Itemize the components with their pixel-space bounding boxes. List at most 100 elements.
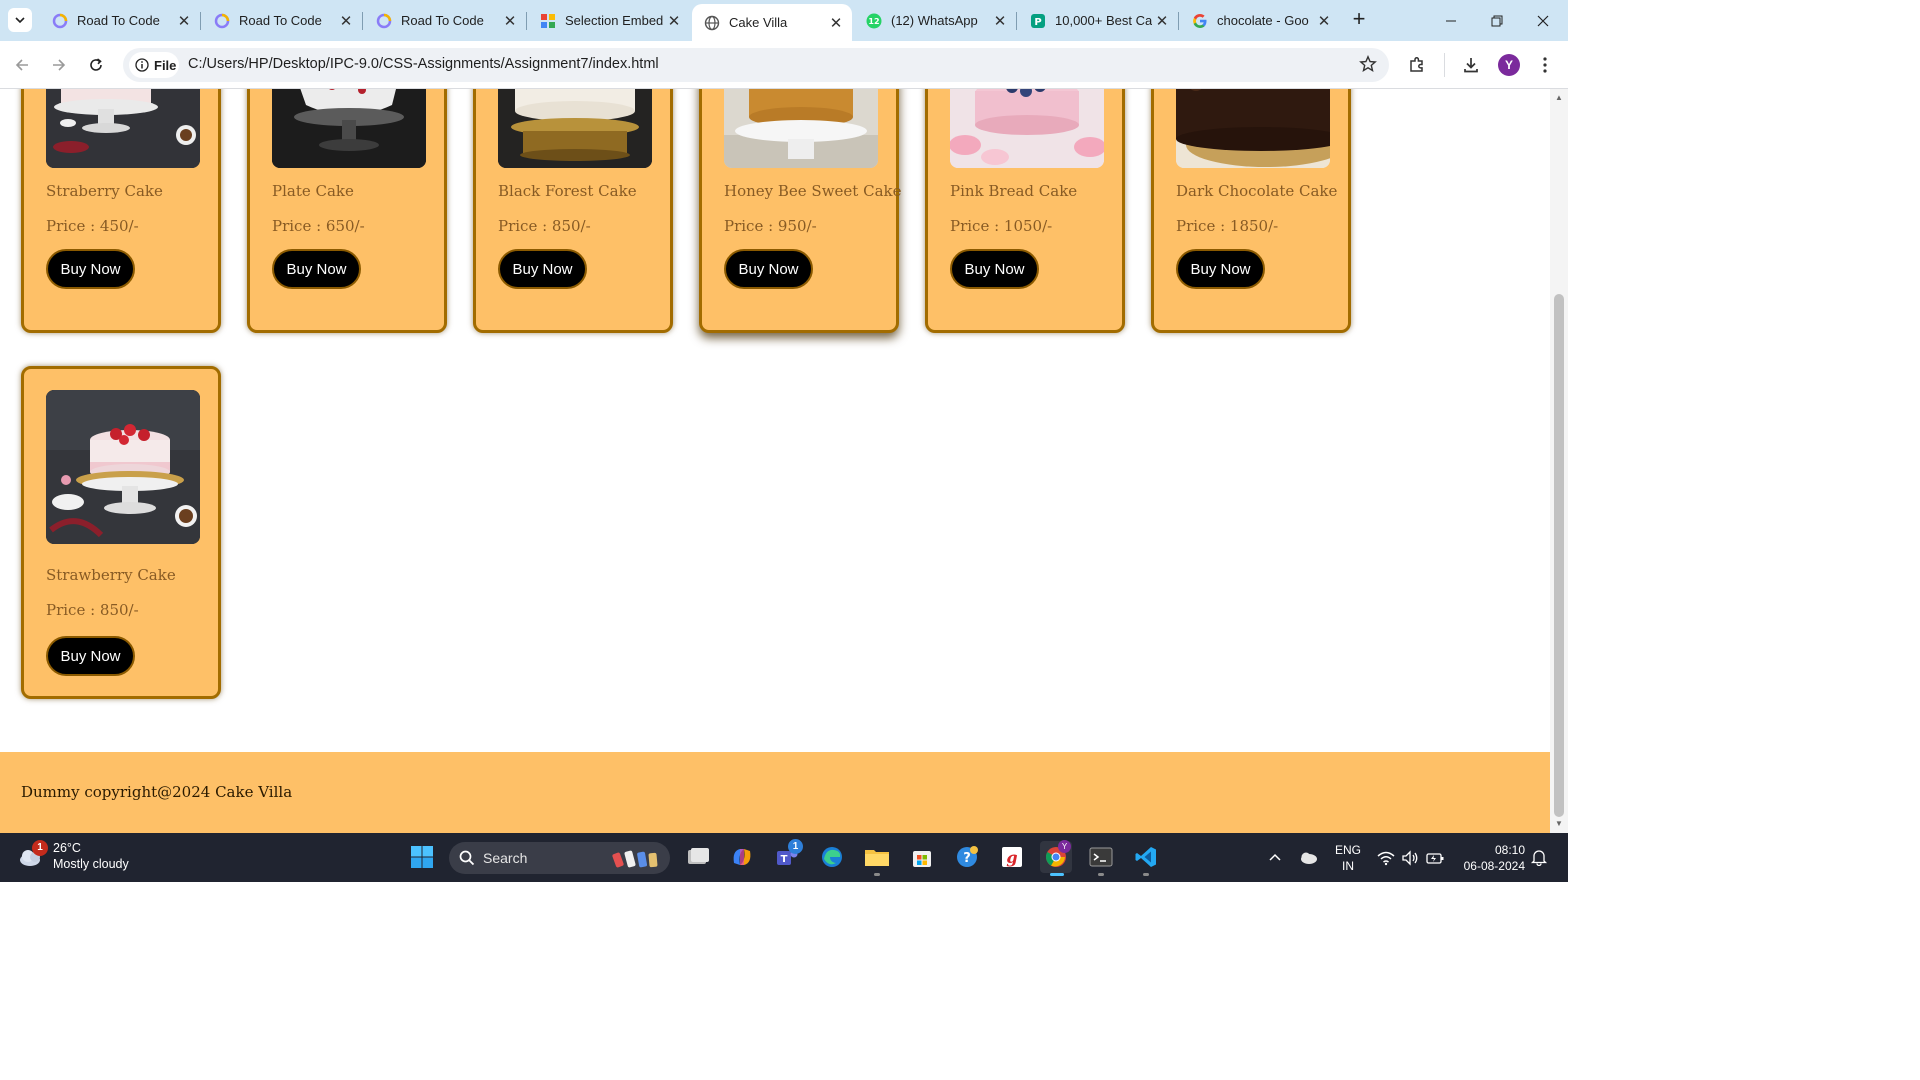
product-price: Price : 1850/-	[1176, 217, 1279, 235]
grammarly-button[interactable]: g	[996, 841, 1028, 873]
chevron-up-icon[interactable]	[1268, 850, 1282, 869]
restore-button[interactable]	[1474, 0, 1520, 41]
toolbar-divider	[1444, 53, 1445, 77]
tab-selection-embed[interactable]: Selection Embed ✕	[528, 0, 690, 41]
tab-road-to-code-3[interactable]: Road To Code ✕	[364, 0, 527, 41]
copilot-icon	[733, 849, 751, 865]
back-button[interactable]	[10, 53, 34, 77]
strawberry-cake-image	[46, 390, 200, 544]
close-icon[interactable]: ✕	[826, 14, 846, 32]
extensions-button[interactable]	[1405, 53, 1429, 77]
buy-now-button[interactable]: Buy Now	[46, 249, 135, 289]
product-name: Plate Cake	[272, 182, 354, 200]
close-icon[interactable]: ✕	[336, 12, 356, 30]
task-view-button[interactable]	[682, 841, 714, 873]
product-name: Pink Bread Cake	[950, 182, 1078, 200]
minimize-button[interactable]	[1428, 0, 1474, 41]
product-name: Strawberry Cake	[46, 566, 176, 584]
weather-widget[interactable]: 1 26°C Mostly cloudy	[18, 840, 129, 872]
bookmark-star-icon[interactable]	[1359, 55, 1377, 78]
battery-charging-icon[interactable]	[1425, 850, 1445, 871]
start-button[interactable]	[406, 841, 438, 873]
terminal-button[interactable]	[1085, 841, 1117, 876]
page-scrollbar[interactable]: ▲ ▼	[1550, 89, 1568, 833]
input-language[interactable]: ENG IN	[1333, 842, 1363, 874]
downloads-button[interactable]	[1459, 53, 1483, 77]
tab-search-button[interactable]	[8, 8, 32, 32]
tab-title: Cake Villa	[729, 15, 788, 30]
tab-title: Road To Code	[239, 13, 322, 28]
pink-blueberry-cake-image	[950, 89, 1104, 168]
volume-icon[interactable]	[1401, 850, 1419, 871]
onedrive-cloud-icon[interactable]	[1298, 849, 1318, 870]
system-clock[interactable]: 08:10 06-08-2024	[1455, 842, 1525, 874]
buy-now-button[interactable]: Buy Now	[46, 636, 135, 676]
tab-cake-villa[interactable]: Cake Villa ✕	[692, 4, 852, 41]
buy-now-button[interactable]: Buy Now	[272, 249, 361, 289]
close-icon[interactable]: ✕	[990, 12, 1010, 30]
buy-now-button[interactable]: Buy Now	[498, 249, 587, 289]
menu-button[interactable]	[1533, 53, 1557, 77]
help-app-button[interactable]: ?	[951, 841, 983, 873]
product-card-black-forest: Black Forest Cake Price : 850/- Buy Now	[473, 89, 673, 333]
new-tab-button[interactable]: +	[1347, 8, 1371, 32]
close-window-button[interactable]	[1520, 0, 1566, 41]
globe-favicon	[704, 15, 720, 31]
file-chip-label: File	[154, 57, 177, 73]
help-icon: ?	[957, 846, 978, 867]
close-icon[interactable]: ✕	[500, 12, 520, 30]
copilot-button[interactable]	[726, 841, 758, 873]
close-icon[interactable]: ✕	[1314, 12, 1334, 30]
chrome-button[interactable]: Y	[1040, 840, 1072, 876]
buy-now-button[interactable]: Buy Now	[950, 249, 1039, 289]
tab-title: Road To Code	[401, 13, 484, 28]
tab-title: Selection Embed	[565, 13, 664, 28]
forward-button[interactable]	[47, 53, 71, 77]
search-placeholder: Search	[483, 850, 528, 866]
url-text[interactable]: C:/Users/HP/Desktop/IPC-9.0/CSS-Assignme…	[188, 56, 659, 72]
product-price: Price : 1050/-	[950, 217, 1053, 235]
tab-title: 10,000+ Best Ca	[1055, 13, 1152, 28]
teams-button[interactable]: T 1	[771, 839, 803, 873]
close-icon[interactable]: ✕	[664, 12, 684, 30]
notification-bell-icon[interactable]	[1530, 848, 1548, 871]
microsoft-store-button[interactable]	[906, 841, 938, 873]
weather-temp: 26°C	[53, 841, 81, 855]
close-icon[interactable]: ✕	[1152, 12, 1172, 30]
footer-copyright: Dummy copyright@2024 Cake Villa	[21, 783, 293, 801]
close-icon	[1537, 15, 1549, 26]
buy-now-button[interactable]: Buy Now	[724, 249, 813, 289]
close-icon[interactable]: ✕	[174, 12, 194, 30]
edge-button[interactable]	[816, 841, 848, 873]
buy-now-button[interactable]: Buy Now	[1176, 249, 1265, 289]
tab-road-to-code-1[interactable]: Road To Code ✕	[40, 0, 201, 41]
wifi-icon[interactable]	[1377, 850, 1395, 871]
vscode-button[interactable]	[1130, 841, 1162, 876]
profile-avatar[interactable]: Y	[1498, 54, 1520, 76]
site-info-chip[interactable]: File	[129, 52, 179, 78]
address-bar[interactable]: File C:/Users/HP/Desktop/IPC-9.0/CSS-Ass…	[123, 48, 1389, 82]
lang-line-1: ENG	[1334, 843, 1361, 857]
info-icon	[135, 58, 149, 72]
black-forest-cake-image	[498, 89, 652, 168]
tab-strip: Road To Code ✕ Road To Code ✕ Road To Co…	[0, 0, 1568, 41]
reload-button[interactable]	[84, 53, 108, 77]
tab-whatsapp[interactable]: 12 (12) WhatsApp ✕	[854, 0, 1017, 41]
product-price: Price : 850/-	[498, 217, 591, 235]
product-price: Price : 950/-	[724, 217, 817, 235]
tab-pexels[interactable]: P 10,000+ Best Ca ✕	[1018, 0, 1179, 41]
file-explorer-button[interactable]	[861, 841, 893, 876]
weather-condition: Mostly cloudy	[53, 857, 129, 871]
taskbar-search[interactable]: Search	[449, 842, 670, 874]
scroll-down-arrow-icon[interactable]: ▼	[1554, 819, 1564, 829]
task-view-icon	[688, 848, 709, 864]
chrome-profile-badge: Y	[1058, 840, 1071, 853]
scroll-thumb[interactable]	[1554, 294, 1564, 817]
tab-google-chocolate[interactable]: chocolate - Goo ✕	[1180, 0, 1340, 41]
road-to-code-favicon	[376, 13, 392, 29]
teams-badge: 1	[788, 839, 803, 854]
svg-text:P: P	[1034, 17, 1041, 28]
tab-road-to-code-2[interactable]: Road To Code ✕	[202, 0, 363, 41]
weather-badge: 1	[32, 840, 48, 856]
scroll-up-arrow-icon[interactable]: ▲	[1554, 93, 1564, 103]
